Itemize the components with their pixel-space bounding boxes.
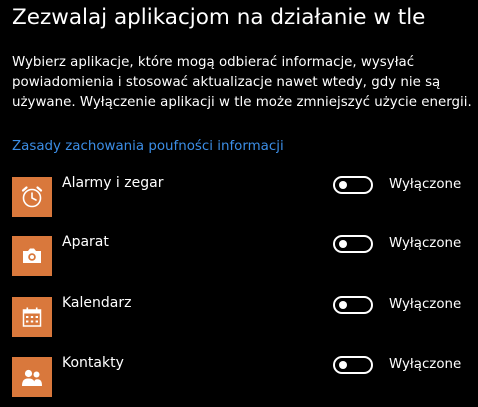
toggle-knob <box>339 181 347 189</box>
privacy-policy-link[interactable]: Zasady zachowania poufności informacji <box>12 139 284 154</box>
alarm-clock-icon <box>12 177 52 217</box>
toggle-knob <box>339 240 347 248</box>
toggle-knob <box>339 301 347 309</box>
app-row-contacts: Kontakty Wyłączone <box>0 355 478 401</box>
page-title: Zezwalaj aplikacjom na działanie w tle <box>12 5 426 30</box>
app-row-camera: Aparat Wyłączone <box>0 234 478 280</box>
description-line-2: powiadomienia i stosować aktualizacje na… <box>12 75 441 90</box>
background-apps-settings-page: Zezwalaj aplikacjom na działanie w tle W… <box>0 0 478 407</box>
contacts-icon <box>12 357 52 397</box>
camera-icon <box>12 236 52 276</box>
toggle-state-label: Wyłączone <box>389 297 462 312</box>
background-toggle-alarms-clock[interactable] <box>333 176 373 194</box>
background-toggle-contacts[interactable] <box>333 356 373 374</box>
app-name: Kalendarz <box>62 295 132 311</box>
description-line-1: Wybierz aplikacje, które mogą odbierać i… <box>12 55 415 70</box>
calendar-icon <box>12 297 52 337</box>
app-name: Aparat <box>62 234 109 250</box>
toggle-knob <box>339 361 347 369</box>
background-toggle-camera[interactable] <box>333 235 373 253</box>
background-toggle-calendar[interactable] <box>333 296 373 314</box>
page-description: Wybierz aplikacje, które mogą odbierać i… <box>12 53 474 113</box>
app-name: Alarmy i zegar <box>62 175 164 191</box>
description-line-3: używane. Wyłączenie aplikacji w tle może… <box>12 95 472 110</box>
toggle-state-label: Wyłączone <box>389 357 462 372</box>
app-name: Kontakty <box>62 355 124 371</box>
app-row-calendar: Kalendarz Wyłączone <box>0 295 478 341</box>
toggle-state-label: Wyłączone <box>389 236 462 251</box>
toggle-state-label: Wyłączone <box>389 177 462 192</box>
app-row-alarms-clock: Alarmy i zegar Wyłączone <box>0 175 478 221</box>
